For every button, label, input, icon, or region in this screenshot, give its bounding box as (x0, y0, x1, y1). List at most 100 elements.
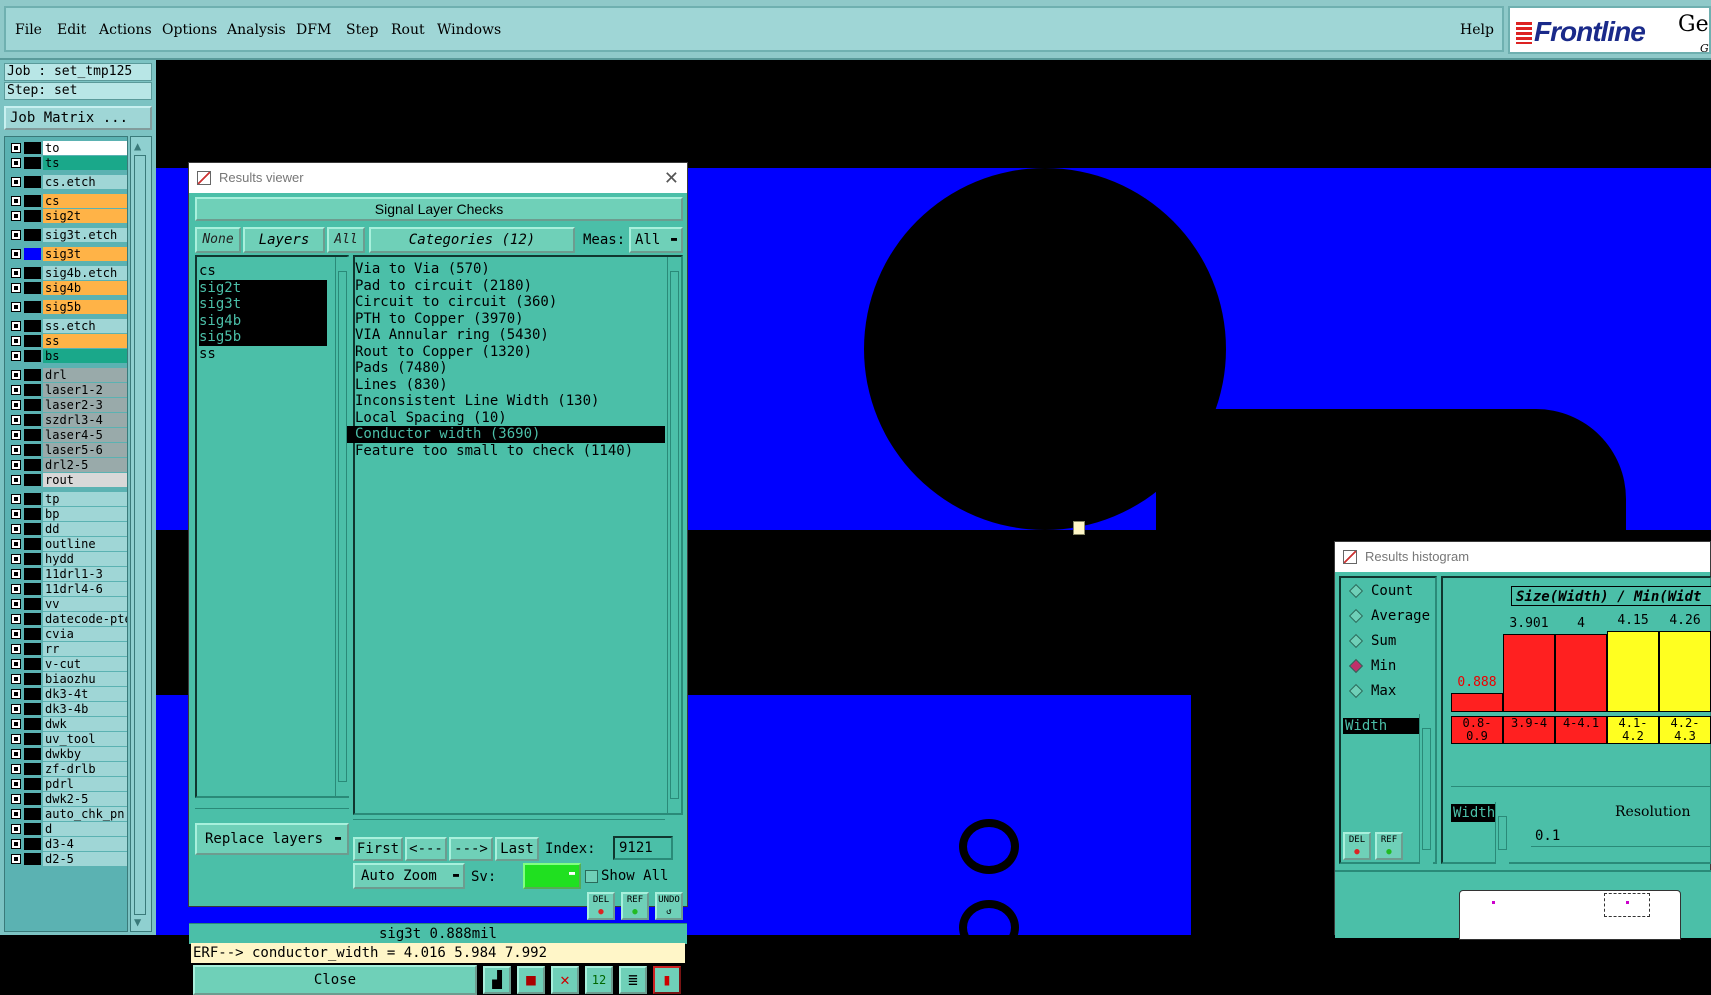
layer-row[interactable]: cs.etch (7, 175, 127, 190)
layer-checkbox[interactable] (11, 494, 21, 504)
layer-list-item[interactable]: cs (199, 263, 327, 280)
layer-name[interactable]: pdrl (43, 777, 127, 791)
layer-row[interactable]: bs (7, 349, 127, 364)
layer-row[interactable]: datecode-pte (7, 612, 127, 627)
layer-name[interactable]: rout (43, 473, 127, 487)
category-list-item[interactable]: Rout to Copper (1320) (347, 344, 665, 361)
layer-name[interactable]: dwk (43, 717, 127, 731)
ref-button[interactable]: REF ● (621, 892, 649, 920)
category-list-item[interactable]: Feature too small to check (1140) (347, 443, 665, 460)
layer-list-item[interactable]: sig2t (199, 279, 327, 297)
chart-icon[interactable]: ▟ (483, 966, 511, 994)
sv-color-select[interactable]: ▬ (523, 863, 581, 889)
layer-name[interactable]: d (43, 822, 127, 836)
layer-name[interactable]: outline (43, 537, 127, 551)
layer-checkbox[interactable] (11, 584, 21, 594)
categories-button[interactable]: Categories (12) (369, 227, 575, 253)
layer-name[interactable]: d3-4 (43, 837, 127, 851)
layer-name[interactable]: laser1-2 (43, 383, 127, 397)
layer-name[interactable]: laser4-5 (43, 428, 127, 442)
auto-zoom-select[interactable]: Auto Zoom ▬ (353, 863, 465, 889)
layer-name[interactable]: laser5-6 (43, 443, 127, 457)
width-field-label[interactable]: Width (1343, 718, 1419, 734)
menu-file[interactable]: File (15, 22, 42, 38)
layer-row[interactable]: 11drl4-6 (7, 582, 127, 597)
layer-name[interactable]: dk3-4b (43, 702, 127, 716)
layer-checkbox[interactable] (11, 809, 21, 819)
radio-diamond-icon[interactable] (1348, 658, 1364, 674)
layer-name[interactable]: drl (43, 368, 127, 382)
layer-checkbox[interactable] (11, 460, 21, 470)
layer-checkbox[interactable] (11, 143, 21, 153)
layer-name[interactable]: drl2-5 (43, 458, 127, 472)
layer-checkbox[interactable] (11, 599, 21, 609)
layer-row[interactable]: sig4b (7, 281, 127, 296)
layer-row[interactable]: szdrl3-4 (7, 413, 127, 428)
all-layers-button[interactable]: All (327, 227, 365, 253)
layer-row[interactable]: laser4-5 (7, 428, 127, 443)
layer-checkbox[interactable] (11, 370, 21, 380)
preview-viewport[interactable] (1604, 893, 1650, 917)
layer-checkbox[interactable] (11, 794, 21, 804)
layer-name[interactable]: d2-5 (43, 852, 127, 866)
category-list-item[interactable]: Pads (7480) (347, 360, 665, 377)
layer-checkbox[interactable] (11, 524, 21, 534)
hist-ref-button[interactable]: REF ● (1375, 832, 1403, 860)
layer-name[interactable]: hydd (43, 552, 127, 566)
replace-layers-select[interactable]: Replace layers ▬ (195, 823, 349, 855)
histogram-bar[interactable] (1607, 631, 1659, 712)
close-icon[interactable]: ✕ (664, 163, 679, 193)
layer-row[interactable]: zf-drlb (7, 762, 127, 777)
layer-checkbox[interactable] (11, 539, 21, 549)
radio-diamond-icon[interactable] (1348, 633, 1364, 649)
layer-row[interactable]: cs (7, 194, 127, 209)
chart-hscrollbar[interactable] (1451, 786, 1711, 798)
layer-checkbox[interactable] (11, 283, 21, 293)
layer-row[interactable]: laser2-3 (7, 398, 127, 413)
layer-checkbox[interactable] (11, 554, 21, 564)
layer-row[interactable]: drl (7, 368, 127, 383)
layer-row[interactable]: pdrl (7, 777, 127, 792)
layer-checkbox[interactable] (11, 302, 21, 312)
layer-row[interactable]: sig3t (7, 247, 127, 262)
layer-checkbox[interactable] (11, 839, 21, 849)
layer-checkbox[interactable] (11, 509, 21, 519)
layer-row[interactable]: hydd (7, 552, 127, 567)
layer-list[interactable]: to ts cs.etch cs sig2t sig3t.etch sig3t sig4b.e… (4, 136, 128, 932)
categories-hscrollbar[interactable] (353, 819, 665, 831)
results-viewer-titlebar[interactable]: Results viewer ✕ (189, 163, 687, 193)
layer-checkbox[interactable] (11, 158, 21, 168)
layer-row[interactable]: laser1-2 (7, 383, 127, 398)
layer-name[interactable]: v-cut (43, 657, 127, 671)
layer-row[interactable]: vv (7, 597, 127, 612)
hist-del-button[interactable]: DEL ● (1343, 832, 1371, 860)
layer-row[interactable]: dwk2-5 (7, 792, 127, 807)
meas-select[interactable]: All ▬ (629, 227, 683, 253)
field-scrollbar[interactable] (1419, 714, 1433, 864)
histogram-bar[interactable] (1451, 693, 1503, 712)
layer-name[interactable]: cvia (43, 627, 127, 641)
layer-checkbox[interactable] (11, 569, 21, 579)
red-image-icon[interactable]: ■ (517, 966, 545, 994)
scroll-down-icon[interactable]: ▼ (134, 915, 141, 929)
layer-name[interactable]: szdrl3-4 (43, 413, 127, 427)
layer-checkbox[interactable] (11, 824, 21, 834)
menu-windows[interactable]: Windows (437, 22, 501, 38)
layer-name[interactable]: zf-drlb (43, 762, 127, 776)
layer-checkbox[interactable] (11, 351, 21, 361)
layer-checkbox[interactable] (11, 475, 21, 485)
layer-row[interactable]: d (7, 822, 127, 837)
layer-name[interactable]: datecode-pte (43, 612, 127, 626)
category-list-item[interactable]: VIA Annular ring (5430) (347, 327, 665, 344)
layer-name[interactable]: sig3t (43, 247, 127, 261)
show-all-checkbox[interactable] (585, 870, 598, 883)
layer-row[interactable]: auto_chk_pn (7, 807, 127, 822)
layer-name[interactable]: dwkby (43, 747, 127, 761)
layer-row[interactable]: dk3-4b (7, 702, 127, 717)
del-button[interactable]: DEL ● (587, 892, 615, 920)
layer-row[interactable]: d2-5 (7, 852, 127, 867)
stat-radio-count[interactable]: Count (1345, 580, 1413, 602)
layer-name[interactable]: sig5b (43, 300, 127, 314)
menu-help[interactable]: Help (1460, 22, 1494, 38)
layer-name[interactable]: bp (43, 507, 127, 521)
